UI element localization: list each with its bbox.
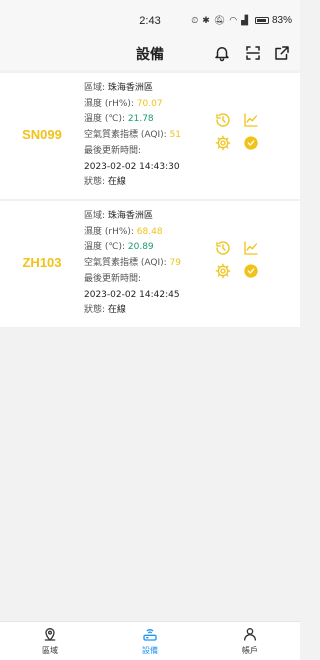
device-id: SN099 [22, 127, 62, 142]
device-card[interactable]: ZH103 區域: 珠海香洲區 濕度 (rH%): 68.48 溫度 (℃): … [0, 201, 300, 327]
gear-icon[interactable] [215, 135, 231, 151]
person-icon [244, 628, 256, 641]
temperature-label: 溫度 (℃): [84, 242, 128, 253]
humidity-value: 68.48 [136, 226, 163, 237]
chart-icon[interactable] [243, 240, 259, 256]
humidity-label: 濕度 (rH%): [84, 98, 137, 109]
aqi-label: 空氣質素指標 (AQI): [84, 130, 170, 141]
signal-icon: ▟ [241, 16, 248, 26]
scan-icon[interactable] [244, 44, 262, 62]
wifi-icon: ◠ [229, 16, 238, 26]
status-row: 狀態: 在線 [84, 175, 181, 191]
humidity-label: 濕度 (rH%): [84, 226, 137, 237]
temperature-row: 溫度 (℃): 21.78 [84, 112, 181, 128]
tab-region[interactable]: 區域 [20, 626, 80, 656]
updated-value: 2023-02-02 14:42:45 [84, 289, 180, 300]
device-id: ZH103 [22, 255, 62, 270]
app-bar: 設備 [0, 36, 300, 70]
region-value: 珠海香洲區 [107, 211, 153, 221]
aqi-value: 51 [169, 130, 181, 141]
region-row: 區域: 珠海香洲區 [84, 209, 181, 225]
temperature-label: 溫度 (℃): [84, 114, 128, 125]
status-label: 狀態: [84, 305, 108, 316]
status-row: 狀態: 在線 [84, 303, 181, 319]
tab-account[interactable]: 帳戶 [220, 626, 280, 656]
device-info: 區域: 珠海香洲區 濕度 (rH%): 70.07 溫度 (℃): 21.78 … [84, 81, 181, 191]
status-bar: 2:43 ⏲ ✱ 🔕︎ ◠ ▟ 83% [0, 0, 300, 36]
tab-label: 設備 [142, 646, 158, 655]
battery-level: 83% [271, 15, 292, 26]
bell-icon[interactable] [213, 44, 231, 62]
temperature-value: 21.78 [127, 114, 154, 125]
humidity-value: 70.07 [136, 98, 163, 109]
alarm-icon: ⏲ [191, 16, 199, 26]
location-pin-icon [44, 628, 56, 641]
status-value: 在線 [107, 177, 126, 188]
temperature-row: 溫度 (℃): 20.89 [84, 240, 181, 256]
device-info: 區域: 珠海香洲區 濕度 (rH%): 68.48 溫度 (℃): 20.89 … [84, 209, 181, 319]
status-value: 在線 [107, 305, 126, 316]
updated-label: 最後更新時間: [84, 273, 142, 284]
updated-value: 2023-02-02 14:43:30 [84, 161, 180, 172]
region-row: 區域: 珠海香洲區 [84, 81, 181, 97]
tab-label: 區域 [42, 646, 58, 655]
device-card[interactable]: SN099 區域: 珠海香洲區 濕度 (rH%): 70.07 溫度 (℃): … [0, 73, 300, 199]
aqi-row: 空氣質素指標 (AQI): 79 [84, 256, 181, 272]
alert-badge-icon[interactable] [243, 263, 259, 279]
bottom-tab-bar: 區域 設備 帳戶 [0, 621, 300, 660]
mute-icon: 🔕︎ [213, 16, 226, 26]
humidity-row: 濕度 (rH%): 68.48 [84, 225, 181, 241]
router-icon [143, 628, 157, 641]
aqi-label: 空氣質素指標 (AQI): [84, 258, 170, 269]
temperature-value: 20.89 [127, 242, 154, 253]
status-icons: ⏲ ✱ 🔕︎ ◠ ▟ [191, 16, 248, 26]
battery-indicator: 83% [254, 15, 292, 26]
tab-label: 帳戶 [242, 646, 258, 655]
updated-label: 最後更新時間: [84, 145, 142, 156]
alert-badge-icon[interactable] [243, 135, 259, 151]
tab-device[interactable]: 設備 [120, 626, 180, 656]
gear-icon[interactable] [215, 263, 231, 279]
bluetooth-icon: ✱ [202, 16, 210, 26]
region-label: 區域: [84, 211, 108, 221]
aqi-value: 79 [169, 258, 181, 269]
aqi-row: 空氣質素指標 (AQI): 51 [84, 128, 181, 144]
external-link-icon[interactable] [273, 44, 291, 62]
history-icon[interactable] [215, 112, 231, 128]
chart-icon[interactable] [243, 112, 259, 128]
status-label: 狀態: [84, 177, 108, 188]
humidity-row: 濕度 (rH%): 70.07 [84, 97, 181, 113]
region-label: 區域: [84, 83, 108, 93]
region-value: 珠海香洲區 [107, 83, 153, 93]
history-icon[interactable] [215, 240, 231, 256]
battery-icon [254, 17, 269, 24]
